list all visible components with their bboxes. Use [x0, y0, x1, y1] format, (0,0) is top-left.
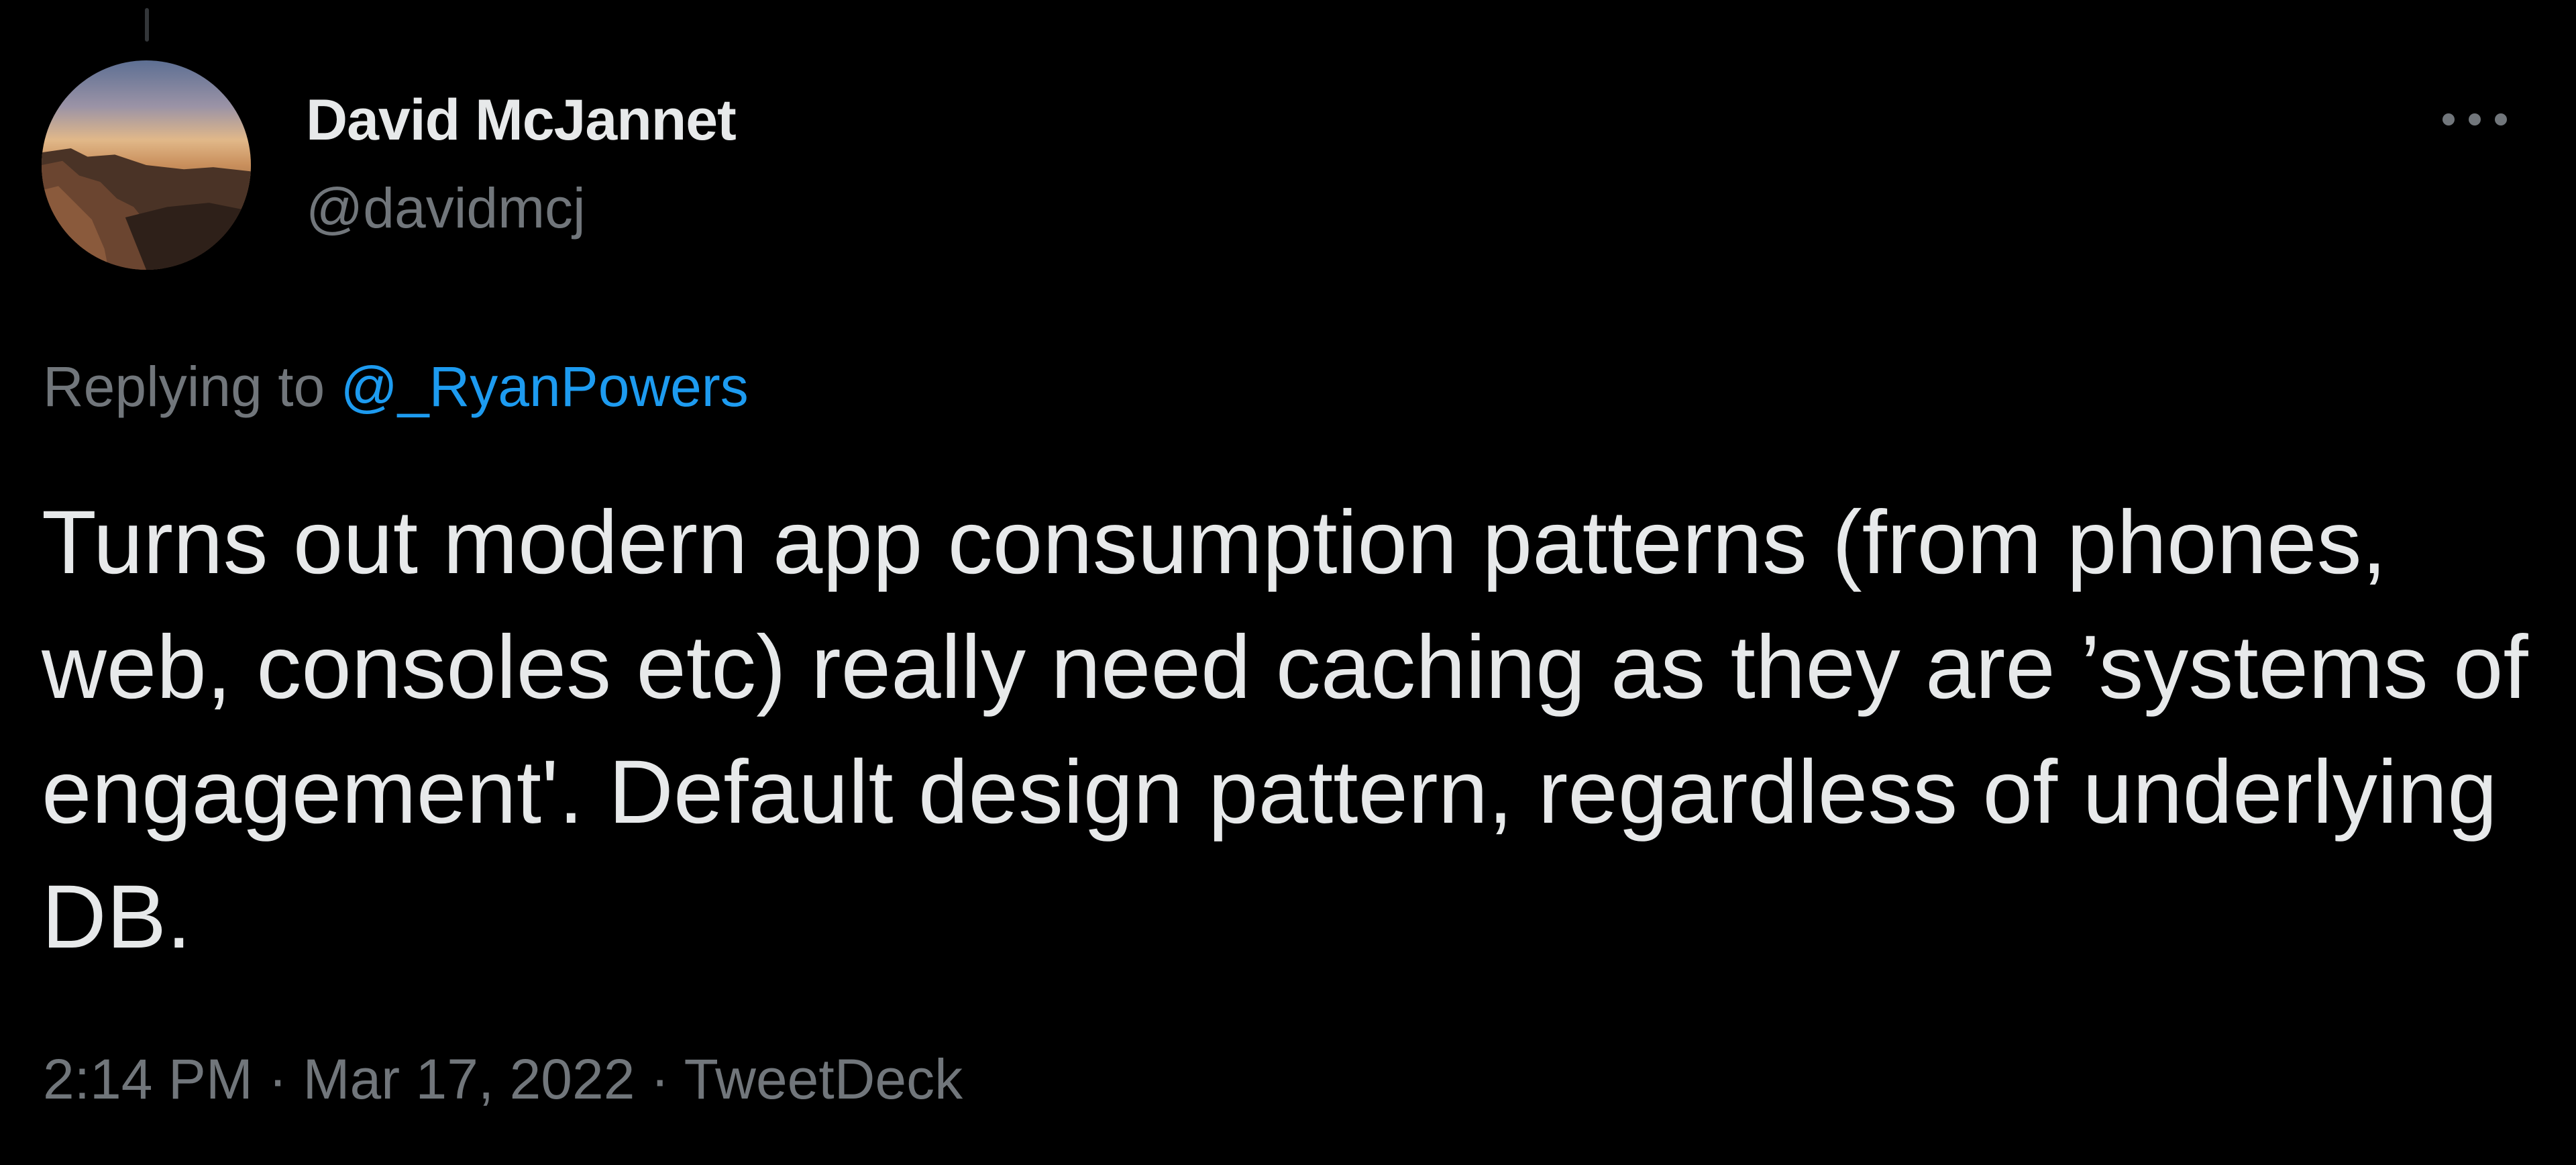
meta-separator: · [635, 1048, 684, 1111]
avatar[interactable] [42, 60, 251, 270]
tweet-text: Turns out modern app consumption pattern… [42, 493, 2528, 967]
author-display-name[interactable]: David McJannet [306, 87, 737, 154]
author-handle[interactable]: @davidmcj [306, 176, 586, 241]
more-horizontal-icon [2443, 113, 2507, 125]
tweet-time[interactable]: 2:14 PM [43, 1048, 253, 1111]
replying-to-line: Replying to @_RyanPowers [43, 354, 749, 419]
profile-photo [42, 60, 251, 270]
tweet-source[interactable]: TweetDeck [684, 1048, 963, 1111]
replying-to-label: Replying to [43, 355, 341, 418]
reply-mention-link[interactable]: @_RyanPowers [341, 355, 749, 418]
more-options-button[interactable] [2438, 99, 2512, 140]
tweet-metadata: 2:14 PM · Mar 17, 2022 · TweetDeck [43, 1047, 963, 1112]
thread-connector-line [145, 8, 149, 42]
meta-separator: · [252, 1048, 303, 1111]
tweet-date[interactable]: Mar 17, 2022 [303, 1048, 635, 1111]
